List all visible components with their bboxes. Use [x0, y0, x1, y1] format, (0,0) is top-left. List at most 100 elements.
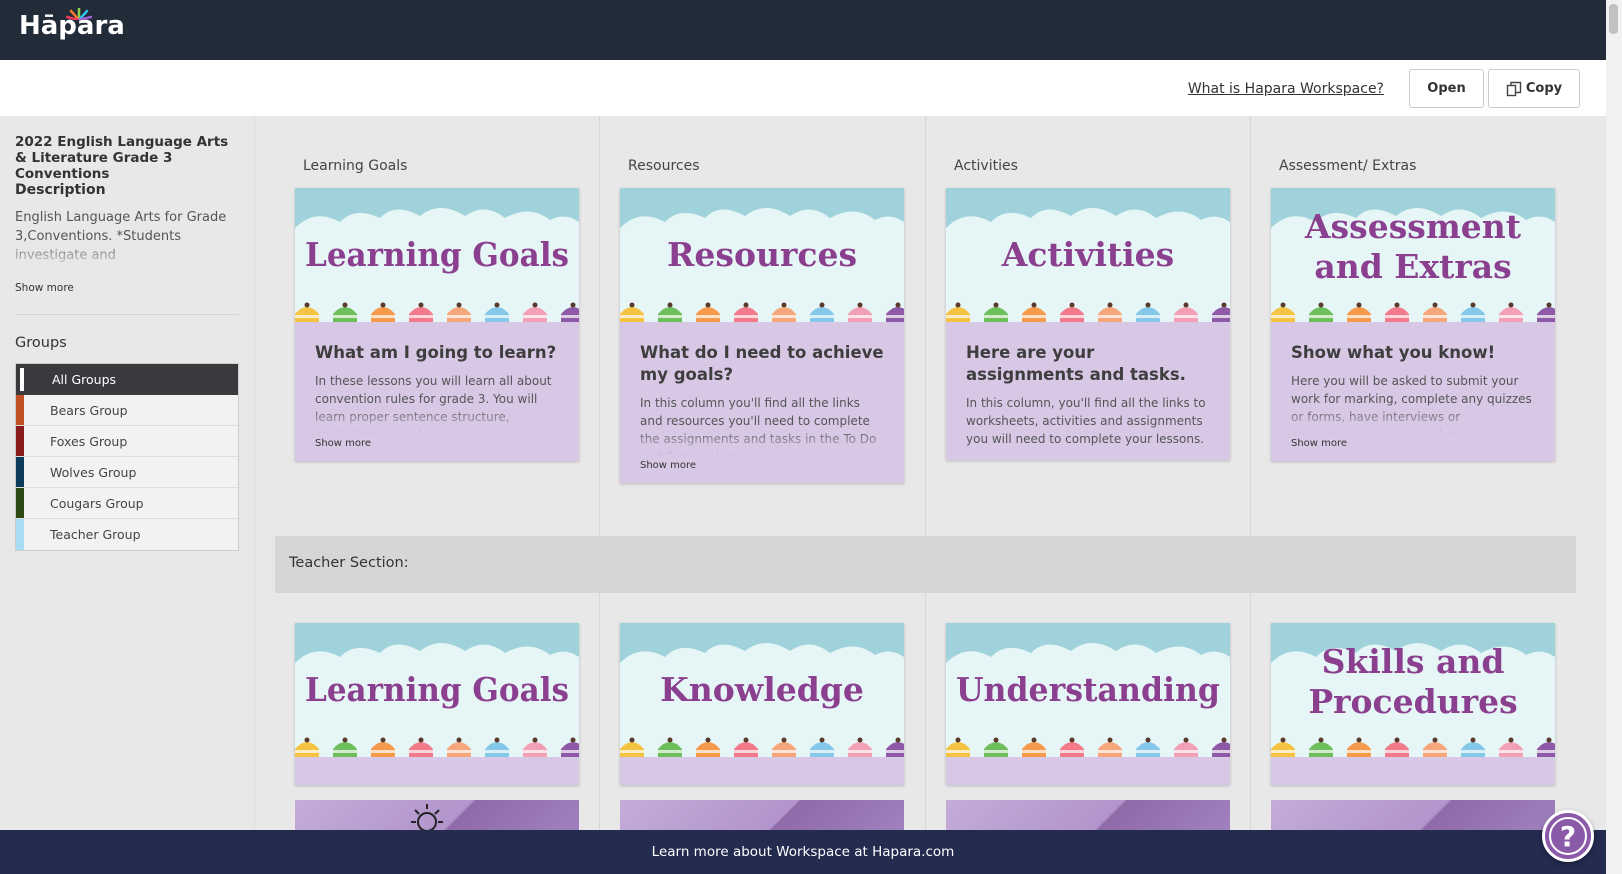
description-show-more[interactable]: Show more	[15, 282, 239, 294]
banner-title-line: Learning Goals	[305, 235, 569, 274]
question-mark-icon: ?	[1549, 817, 1587, 855]
banner-illustration: Understanding	[946, 623, 1230, 765]
sidebar-divider	[15, 314, 239, 315]
column-title-activities: Activities	[954, 158, 1018, 174]
group-item-bears[interactable]: Bears Group	[16, 395, 238, 426]
workspace-board: Learning Goals Resources Activities Asse…	[256, 116, 1606, 830]
group-color-swatch	[16, 426, 24, 456]
card-text: Here you will be asked to submit your wo…	[1291, 372, 1535, 434]
teacher-card[interactable]: Skills and Procedures	[1271, 623, 1555, 785]
card-show-more[interactable]: Show more	[1291, 438, 1535, 449]
banner-illustration: Learning Goals	[295, 188, 579, 330]
card-heading: What am I going to learn?	[315, 343, 557, 362]
banner-title-line: Procedures	[1308, 682, 1517, 721]
group-label: Teacher Group	[50, 527, 141, 542]
group-color-swatch	[18, 366, 26, 393]
column-divider	[1250, 116, 1251, 536]
column-title-learning-goals: Learning Goals	[303, 158, 408, 174]
logo-spark-icon	[66, 8, 92, 20]
hapara-logo[interactable]: Hāpara	[19, 8, 125, 41]
card-heading: What do I need to achieve my goals?	[640, 343, 884, 384]
what-is-workspace-link[interactable]: What is Hapara Workspace?	[1188, 81, 1384, 97]
group-color-swatch	[16, 457, 24, 487]
card-banner: Activities	[946, 188, 1230, 330]
groups-label: Groups	[15, 335, 67, 351]
banner-title-line: Knowledge	[660, 670, 864, 709]
card-text: In these lessons you will learn all abou…	[315, 372, 559, 434]
column-divider	[925, 116, 926, 536]
group-color-swatch	[16, 519, 24, 550]
column-title-assessment: Assessment/ Extras	[1279, 158, 1417, 174]
banner-illustration: Learning Goals	[295, 623, 579, 765]
banner-title-line: Assessment	[1304, 207, 1522, 246]
resource-card[interactable]: Learning Goals What am I going to learn?…	[295, 188, 579, 461]
card-banner: Knowledge	[620, 623, 904, 765]
group-list: All Groups Bears Group Foxes Group Wolve…	[15, 363, 239, 551]
column-divider	[599, 116, 600, 536]
card-banner: Learning Goals	[295, 188, 579, 330]
banner-illustration: Activities	[946, 188, 1230, 330]
card-body: Here are your assignments and tasks. In …	[946, 330, 1230, 460]
resource-card[interactable]: Resources What do I need to achieve my g…	[620, 188, 904, 483]
copy-button-label: Copy	[1525, 81, 1563, 96]
banner-title-line: Resources	[667, 235, 857, 274]
banner-illustration: Assessmentand Extras	[1271, 188, 1555, 330]
column-divider	[1250, 593, 1251, 830]
footer-link[interactable]: Learn more about Workspace at Hapara.com	[652, 844, 955, 860]
open-button[interactable]: Open	[1409, 69, 1484, 108]
banner-title-line: and Extras	[1314, 247, 1511, 286]
card-banner: Resources	[620, 188, 904, 330]
group-item-wolves[interactable]: Wolves Group	[16, 457, 238, 488]
copy-icon	[1506, 81, 1522, 96]
group-item-all-groups[interactable]: All Groups	[16, 364, 238, 395]
column-divider	[599, 593, 600, 830]
group-label: Bears Group	[50, 402, 128, 418]
page-scrollbar[interactable]	[1606, 0, 1622, 874]
card-banner: Assessment and Extras	[1271, 188, 1555, 330]
card-body: What do I need to achieve my goals? In t…	[620, 330, 904, 483]
card-banner: Learning Goals	[295, 623, 579, 765]
resource-card[interactable]: Assessment and Extras Show what you know!…	[1271, 188, 1555, 461]
teacher-card-partial[interactable]	[295, 800, 579, 830]
teacher-card-partial[interactable]	[946, 800, 1230, 830]
scrollbar-thumb[interactable]	[1609, 4, 1618, 34]
card-text: In this column you'll find all the links…	[640, 394, 884, 456]
group-item-cougars[interactable]: Cougars Group	[16, 488, 238, 519]
sun-icon	[411, 804, 443, 830]
card-body: What am I going to learn? In these lesso…	[295, 330, 579, 461]
card-show-more[interactable]: Show more	[640, 460, 884, 471]
banner-illustration: Knowledge	[620, 623, 904, 765]
teacher-card-partial[interactable]	[620, 800, 904, 830]
banner-title-line: Skills and	[1322, 642, 1505, 681]
top-bar: Hāpara	[0, 0, 1606, 60]
banner-title-line: Understanding	[956, 670, 1220, 709]
group-color-swatch	[16, 488, 24, 518]
course-title: 2022 English Language Arts & Literature …	[15, 134, 229, 182]
group-label: Foxes Group	[50, 433, 128, 449]
group-label: All Groups	[52, 372, 117, 387]
action-bar: What is Hapara Workspace? Open Copy	[0, 60, 1606, 116]
teacher-card[interactable]: Learning Goals	[295, 623, 579, 785]
teacher-card[interactable]: Knowledge	[620, 623, 904, 785]
teacher-card-partial[interactable]	[1271, 800, 1555, 830]
help-button[interactable]: ?	[1542, 810, 1594, 862]
group-label: Cougars Group	[50, 495, 144, 511]
resource-card[interactable]: Activities Here are your assignments and…	[946, 188, 1230, 460]
card-banner: Understanding	[946, 623, 1230, 765]
teacher-card[interactable]: Understanding	[946, 623, 1230, 785]
group-item-teacher[interactable]: Teacher Group	[16, 519, 238, 550]
teacher-section-header: Teacher Section:	[275, 536, 1576, 593]
column-title-resources: Resources	[628, 158, 700, 174]
banner-illustration: Skills andProcedures	[1271, 623, 1555, 765]
copy-button[interactable]: Copy	[1488, 69, 1580, 108]
group-label: Wolves Group	[50, 464, 137, 480]
banner-illustration: Resources	[620, 188, 904, 330]
card-heading: Show what you know!	[1291, 343, 1496, 362]
group-item-foxes[interactable]: Foxes Group	[16, 426, 238, 457]
description-label: Description	[15, 182, 106, 198]
description-text: English Language Arts for Grade 3,Conven…	[15, 208, 239, 270]
card-show-more[interactable]: Show more	[315, 438, 559, 449]
footer-bar: Learn more about Workspace at Hapara.com	[0, 830, 1606, 874]
banner-title-line: Activities	[1001, 235, 1175, 274]
teacher-section-label: Teacher Section:	[289, 555, 409, 571]
